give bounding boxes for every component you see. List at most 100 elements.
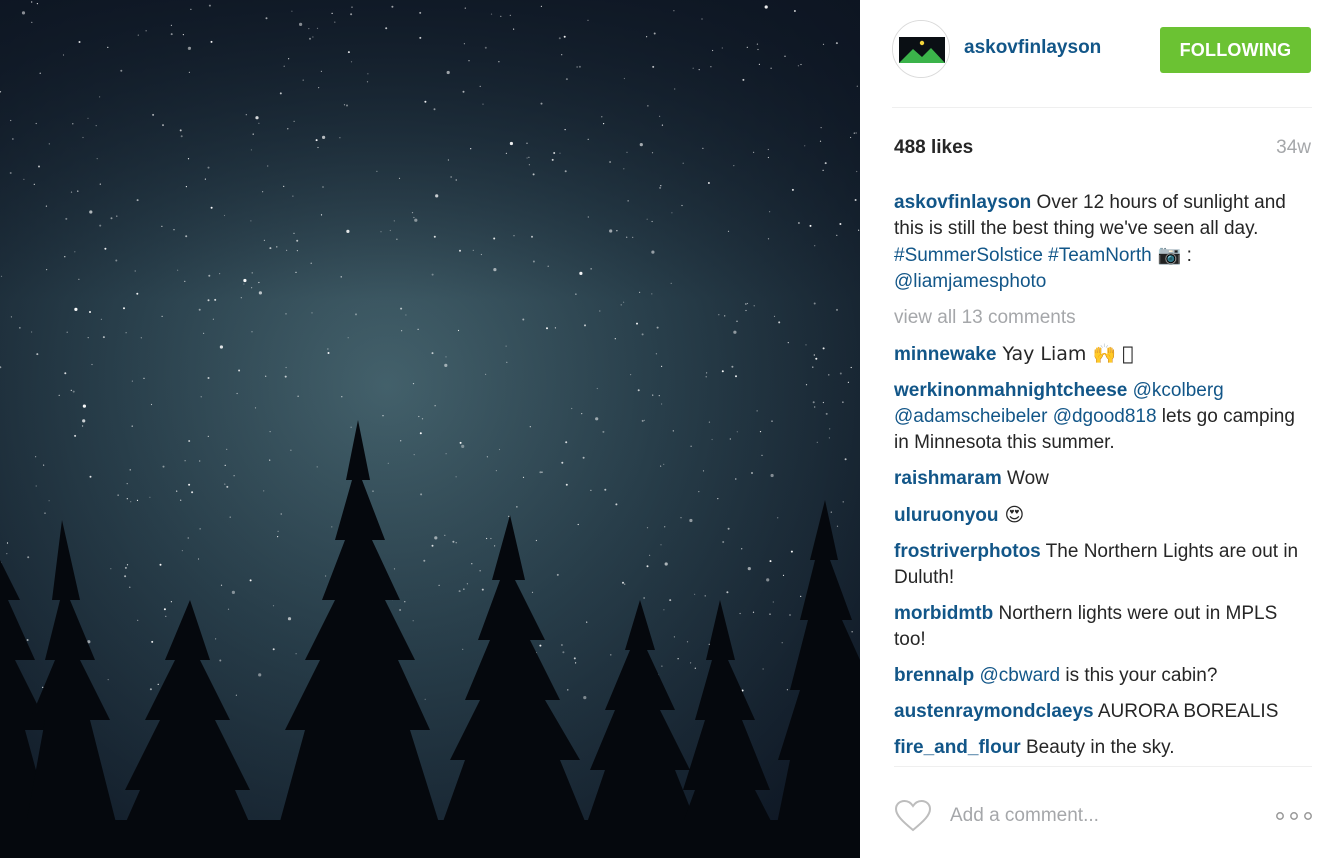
- star: [528, 164, 531, 166]
- star: [82, 136, 84, 139]
- mention-link[interactable]: @adamscheibeler: [894, 406, 1047, 427]
- comment-username[interactable]: frostriverphotos: [894, 541, 1041, 562]
- post-photo[interactable]: [0, 0, 860, 858]
- mention-link[interactable]: @liamjamesphoto: [894, 271, 1046, 292]
- star: [277, 530, 279, 532]
- star: [107, 46, 109, 49]
- comment-username[interactable]: raishmaram: [894, 468, 1002, 489]
- star: [565, 441, 568, 444]
- comment-username[interactable]: fire_and_flour: [894, 737, 1021, 758]
- star: [255, 116, 259, 120]
- star: [735, 375, 737, 378]
- comment-username[interactable]: brennalp: [894, 665, 974, 686]
- star: [207, 299, 210, 302]
- star: [204, 178, 206, 180]
- star: [626, 236, 628, 238]
- star: [26, 639, 29, 641]
- comment-username[interactable]: werkinonmahnightcheese: [894, 380, 1127, 401]
- star: [457, 329, 460, 332]
- star: [805, 344, 807, 346]
- mention-link[interactable]: @dgood818: [1053, 406, 1157, 427]
- star: [126, 498, 128, 500]
- star: [249, 579, 252, 582]
- caption: askovfinlayson Over 12 hours of sunlight…: [894, 190, 1312, 295]
- likes-count[interactable]: 488 likes: [894, 137, 973, 159]
- star: [836, 525, 839, 527]
- star: [735, 478, 737, 480]
- following-button[interactable]: FOLLOWING: [1160, 27, 1311, 73]
- mention-link[interactable]: @cbward: [980, 665, 1061, 686]
- star: [614, 338, 616, 340]
- star: [445, 453, 447, 455]
- more-options-icon[interactable]: [1275, 806, 1313, 826]
- star: [424, 698, 426, 700]
- star: [490, 13, 493, 15]
- comment-username[interactable]: morbidmtb: [894, 603, 993, 624]
- star: [125, 332, 127, 334]
- comment-username[interactable]: minnewake: [894, 344, 996, 365]
- star: [173, 229, 175, 231]
- star: [134, 270, 136, 272]
- star: [822, 169, 824, 171]
- star: [340, 276, 342, 278]
- star: [190, 8, 192, 10]
- star: [814, 406, 816, 408]
- comment-username[interactable]: austenraymondclaeys: [894, 701, 1094, 722]
- star: [851, 631, 853, 633]
- star: [185, 235, 188, 238]
- star: [70, 389, 72, 391]
- star: [140, 337, 142, 339]
- star: [623, 77, 626, 80]
- star: [455, 179, 457, 181]
- star: [77, 190, 79, 192]
- star: [559, 152, 561, 154]
- hashtag-link[interactable]: #SummerSolstice: [894, 245, 1043, 266]
- star: [660, 544, 662, 546]
- star: [784, 55, 786, 57]
- star: [82, 419, 86, 423]
- star: [582, 456, 585, 459]
- star: [64, 372, 67, 375]
- comments-list: askovfinlayson Over 12 hours of sunlight…: [894, 190, 1312, 771]
- star: [718, 314, 720, 316]
- star: [822, 347, 825, 350]
- caption-username[interactable]: askovfinlayson: [894, 192, 1031, 213]
- star: [212, 318, 214, 320]
- star: [586, 621, 588, 623]
- star: [347, 51, 350, 54]
- star: [769, 560, 772, 563]
- star: [646, 527, 649, 529]
- star: [800, 595, 802, 598]
- star: [284, 375, 287, 378]
- hashtag-link[interactable]: #TeamNorth: [1048, 245, 1152, 266]
- star: [419, 36, 422, 39]
- star: [433, 235, 436, 238]
- star: [91, 363, 93, 366]
- star: [162, 465, 165, 468]
- star: [269, 247, 272, 250]
- star: [376, 170, 378, 172]
- mention-link[interactable]: @kcolberg: [1133, 380, 1224, 401]
- post-author-username[interactable]: askovfinlayson: [964, 37, 1101, 59]
- star: [671, 212, 673, 214]
- star: [509, 141, 513, 146]
- star: [682, 162, 684, 164]
- comment-item: austenraymondclaeys AURORA BOREALIS: [894, 699, 1312, 725]
- star: [532, 260, 535, 263]
- star: [45, 205, 48, 207]
- star: [420, 493, 423, 496]
- star: [767, 156, 770, 159]
- view-all-comments-link[interactable]: view all 13 comments: [894, 305, 1312, 331]
- star: [615, 503, 618, 506]
- star: [643, 597, 645, 599]
- heart-outline-icon[interactable]: [894, 799, 932, 833]
- star: [655, 353, 658, 355]
- avatar[interactable]: [892, 20, 950, 78]
- add-comment-input[interactable]: [950, 800, 1250, 832]
- star: [210, 206, 213, 209]
- star: [72, 123, 74, 125]
- star: [658, 395, 660, 397]
- star: [812, 401, 815, 404]
- star: [567, 689, 569, 691]
- comment-username[interactable]: uluruonyou: [894, 505, 998, 526]
